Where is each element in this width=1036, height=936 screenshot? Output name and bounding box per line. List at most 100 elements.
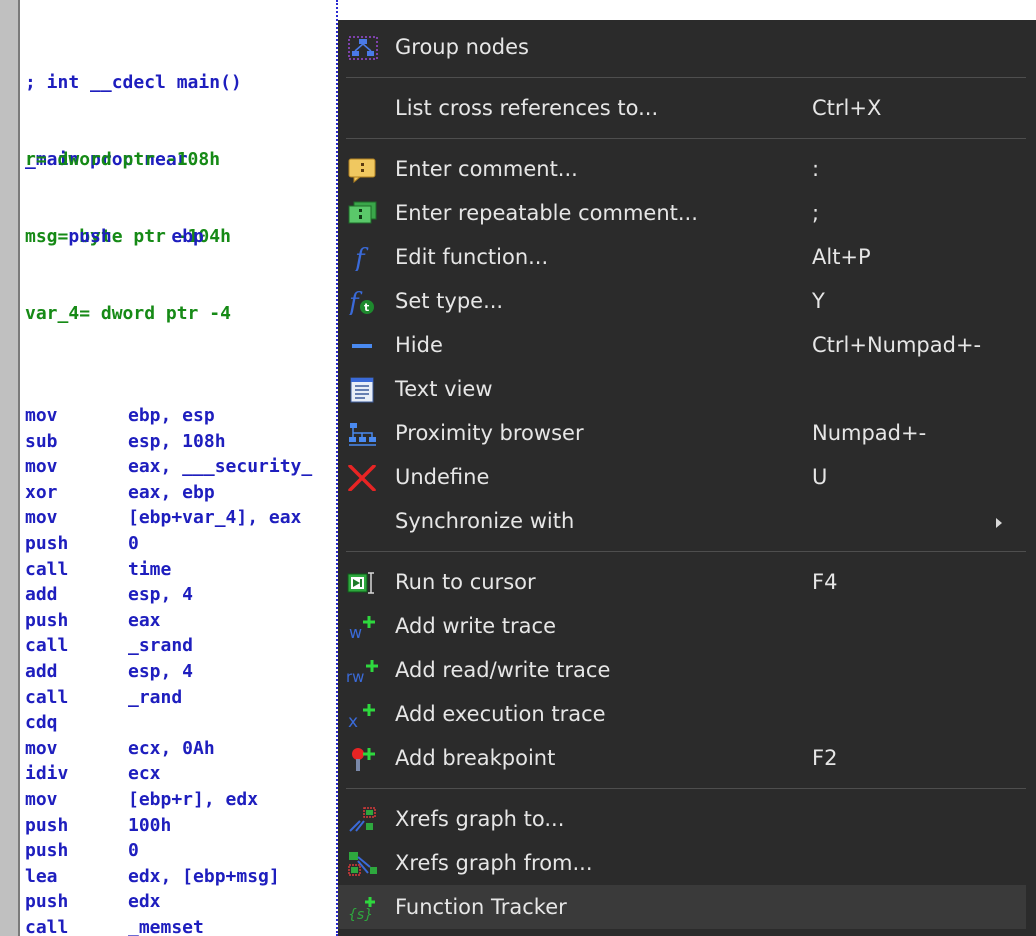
svg-text:{s}: {s} (348, 907, 373, 921)
instruction-mnemonic: push (68, 225, 112, 247)
menu-separator (346, 77, 1026, 78)
instruction-mnemonic: push (25, 891, 69, 913)
instruction-operands: 0 (128, 532, 139, 554)
instruction-line[interactable]: call _srand (25, 633, 312, 659)
menu-item-undefine[interactable]: Undefine U (338, 455, 1036, 499)
instruction-line[interactable]: push eax (25, 608, 312, 634)
instruction-operands: _memset (128, 916, 204, 936)
instruction-line[interactable]: push ebp (25, 198, 204, 275)
menu-item-add-write-trace[interactable]: w Add write trace (338, 604, 1036, 648)
instruction-line[interactable]: lea edx, [ebp+msg] (25, 864, 312, 890)
menu-item-add-breakpoint[interactable]: Add breakpoint F2 (338, 736, 1036, 780)
menu-item-list-cross-references[interactable]: List cross references to... Ctrl+X (338, 86, 1036, 130)
instruction-operands: esp, 108h (128, 430, 226, 452)
comment-icon (346, 157, 380, 183)
menu-item-text-view[interactable]: Text view (338, 367, 1036, 411)
instruction-mnemonic: mov (25, 456, 58, 478)
instruction-line[interactable]: mov ecx, 0Ah (25, 736, 312, 762)
instruction-mnemonic: xor (25, 481, 58, 503)
menu-item-add-execution-trace[interactable]: x Add execution trace (338, 692, 1036, 736)
instruction-line[interactable]: cdq (25, 710, 312, 736)
menu-separator (346, 551, 1026, 552)
instruction-line[interactable]: xor eax, ebp (25, 480, 312, 506)
instruction-mnemonic: mov (25, 405, 58, 426)
menu-item-proximity-browser[interactable]: Proximity browser Numpad+- (338, 411, 1036, 455)
instruction-operands: eax (128, 609, 161, 631)
set-type-icon: ft (346, 289, 380, 315)
svg-text:rw: rw (346, 668, 364, 684)
instruction-mnemonic: push (25, 840, 69, 862)
instruction-mnemonic: idiv (25, 763, 69, 785)
menu-item-edit-function[interactable]: f Edit function... Alt+P (338, 235, 1036, 279)
repeatable-comment-icon (346, 201, 380, 227)
instruction-operands: ecx, 0Ah (128, 737, 215, 759)
menu-item-shortcut: ; (812, 201, 820, 225)
instruction-line[interactable]: mov [ebp+r], edx (25, 787, 312, 813)
menu-item-shortcut: Numpad+- (812, 421, 927, 445)
execution-trace-icon: x (346, 702, 380, 728)
instruction-line[interactable]: mov ebp, esp (25, 403, 312, 429)
instruction-mnemonic: call (25, 916, 69, 936)
menu-item-enter-repeatable-comment[interactable]: Enter repeatable comment... ; (338, 191, 1036, 235)
stack-var-var-4[interactable]: var_4= dword ptr -4 (25, 301, 231, 327)
menu-item-label: Text view (395, 377, 493, 401)
menu-item-enter-comment[interactable]: Enter comment... : (338, 147, 1036, 191)
menu-item-shortcut: Ctrl+X (812, 96, 882, 120)
instruction-line[interactable]: sub esp, 108h (25, 429, 312, 455)
menu-item-group-nodes[interactable]: Group nodes (338, 25, 1036, 69)
menu-item-run-to-cursor[interactable]: Run to cursor F4 (338, 560, 1036, 604)
svg-text:w: w (349, 623, 362, 640)
svg-text:f: f (353, 245, 369, 271)
menu-item-xrefs-graph-to[interactable]: Xrefs graph to... (338, 797, 1036, 841)
instruction-line[interactable]: mov eax, ___security_ (25, 454, 312, 480)
menu-item-add-read-write-trace[interactable]: rw Add read/write trace (338, 648, 1036, 692)
svg-text:t: t (364, 301, 369, 314)
instruction-operands: ebp, esp (128, 405, 215, 426)
menu-item-set-type[interactable]: ft Set type... Y (338, 279, 1036, 323)
instruction-line[interactable]: push edx (25, 889, 312, 915)
menu-item-label: Hide (395, 333, 443, 357)
instruction-line[interactable]: mov [ebp+var_4], eax (25, 505, 312, 531)
menu-item-label: Synchronize with (395, 509, 575, 533)
instruction-mnemonic: call (25, 686, 69, 708)
instruction-line[interactable]: push 0 (25, 838, 312, 864)
menu-item-function-tracker[interactable]: {s} Function Tracker (338, 885, 1026, 929)
instruction-line[interactable]: add esp, 4 (25, 582, 312, 608)
instruction-operands: ebp (171, 225, 204, 247)
instruction-line[interactable]: push 100h (25, 813, 312, 839)
instruction-mnemonic: push (25, 814, 69, 836)
instruction-line[interactable]: idiv ecx (25, 761, 312, 787)
instruction-operands: edx, [ebp+msg] (128, 865, 280, 887)
menu-item-hide[interactable]: Hide Ctrl+Numpad+- (338, 323, 1036, 367)
function-prototype-comment: ; int __cdecl main() (25, 72, 242, 94)
instruction-operands: _srand (128, 635, 194, 657)
menu-item-xrefs-graph-from[interactable]: Xrefs graph from... (338, 841, 1036, 885)
menu-item-label: Xrefs graph from... (395, 851, 593, 875)
instruction-line[interactable]: add esp, 4 (25, 659, 312, 685)
menu-item-label: Enter comment... (395, 157, 578, 181)
instruction-operands: esp, 4 (128, 584, 194, 606)
menu-item-shortcut: Alt+P (812, 245, 871, 269)
context-menu: Group nodes List cross references to... … (338, 20, 1036, 936)
menu-item-label: Enter repeatable comment... (395, 201, 698, 225)
instruction-operands: eax, ebp (128, 481, 215, 503)
disassembly-graph-node[interactable]: ; int __cdecl main() _main proc near r= … (22, 0, 340, 936)
undefine-icon (346, 465, 380, 491)
text-view-icon (346, 377, 380, 403)
instruction-line[interactable]: call time (25, 557, 312, 583)
instruction-mnemonic: mov (25, 737, 58, 759)
instruction-operands: time (128, 558, 172, 580)
instruction-mnemonic: lea (25, 865, 58, 887)
instruction-line[interactable]: call _rand (25, 685, 312, 711)
menu-item-shortcut: Y (812, 289, 825, 313)
stack-var-r[interactable]: r= dword ptr -108h (25, 147, 231, 173)
menu-item-label: Set type... (395, 289, 504, 313)
instruction-line[interactable]: push 0 (25, 531, 312, 557)
menu-item-shortcut: F2 (812, 746, 838, 770)
menu-item-label: List cross references to... (395, 96, 659, 120)
xrefs-graph-from-icon (346, 851, 380, 877)
instruction-line[interactable]: call _memset (25, 915, 312, 936)
menu-item-label: Run to cursor (395, 570, 536, 594)
menu-item-label: Edit function... (395, 245, 549, 269)
menu-item-synchronize-with[interactable]: Synchronize with (338, 499, 1036, 543)
